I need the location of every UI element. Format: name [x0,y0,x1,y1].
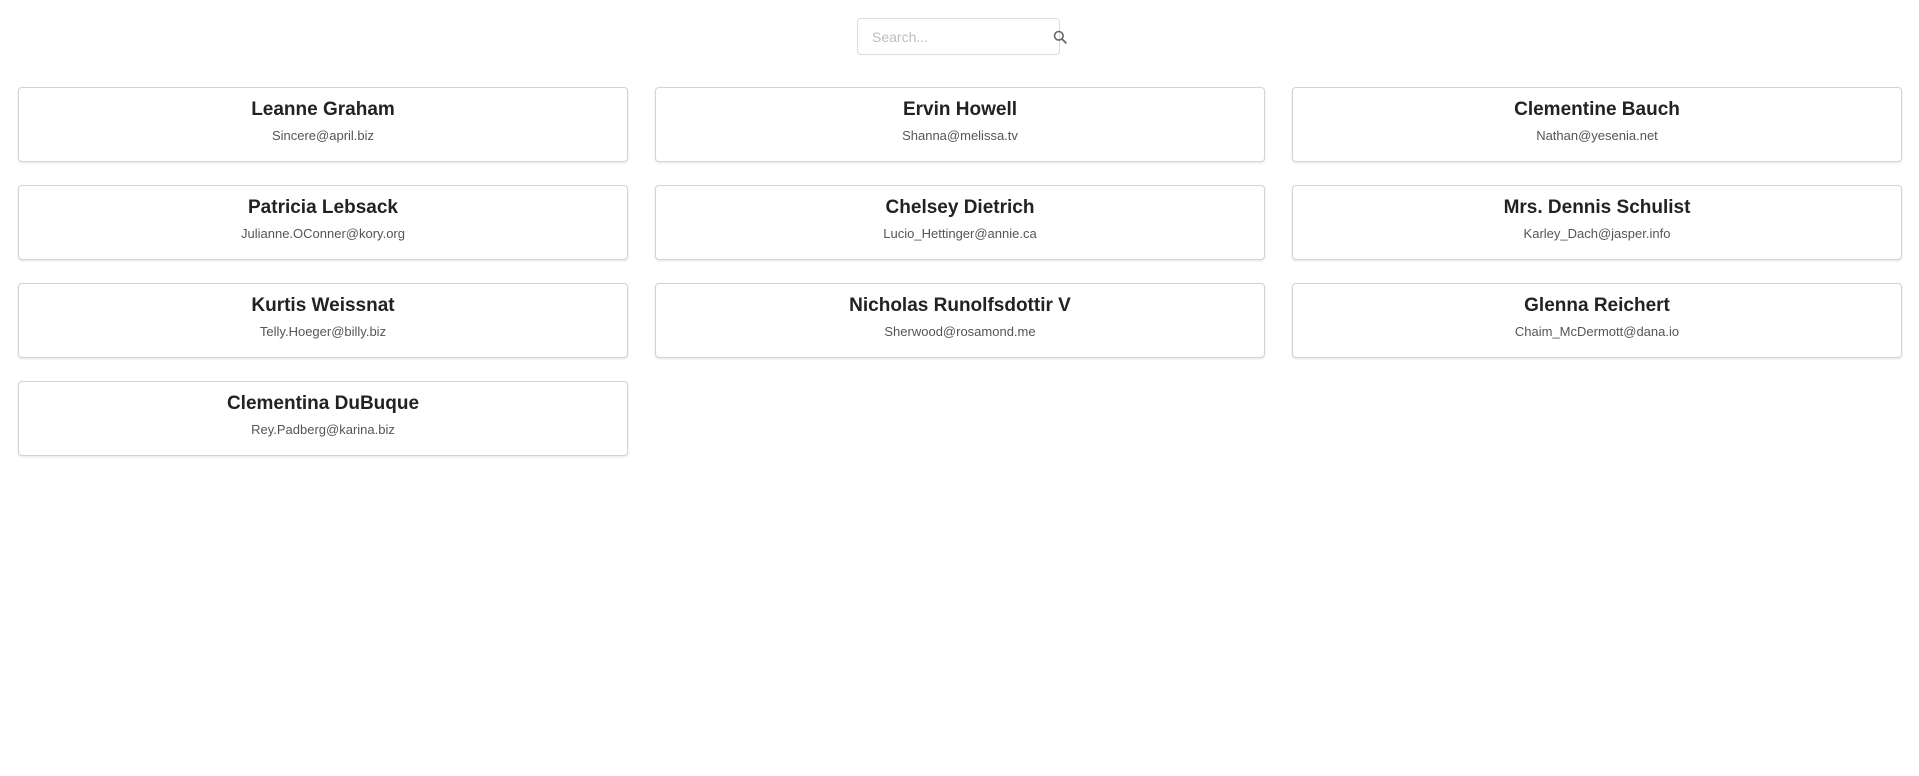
user-name: Patricia Lebsack [248,197,398,218]
user-email: Sherwood@rosamond.me [884,324,1036,339]
search-box[interactable] [857,18,1067,55]
user-email: Lucio_Hettinger@annie.ca [883,226,1037,241]
user-name: Kurtis Weissnat [251,295,395,316]
user-email: Julianne.OConner@kory.org [241,226,405,241]
user-card[interactable]: Nicholas Runolfsdottir V Sherwood@rosamo… [655,283,1265,358]
user-name: Chelsey Dietrich [885,197,1035,218]
search-icon[interactable] [1053,19,1067,54]
user-name: Mrs. Dennis Schulist [1503,197,1691,218]
page: Leanne Graham Sincere@april.biz Ervin Ho… [0,0,1919,776]
user-email: Chaim_McDermott@dana.io [1514,324,1680,339]
user-name: Clementine Bauch [1514,99,1680,120]
user-name: Nicholas Runolfsdottir V [849,295,1071,316]
user-email: Rey.Padberg@karina.biz [251,422,395,437]
user-card[interactable]: Ervin Howell Shanna@melissa.tv [655,87,1265,162]
user-email: Karley_Dach@jasper.info [1523,226,1671,241]
user-card[interactable]: Chelsey Dietrich Lucio_Hettinger@annie.c… [655,185,1265,260]
user-card[interactable]: Glenna Reichert Chaim_McDermott@dana.io [1292,283,1902,358]
user-name: Glenna Reichert [1524,295,1670,316]
user-card[interactable]: Leanne Graham Sincere@april.biz [18,87,628,162]
user-email: Nathan@yesenia.net [1536,128,1658,143]
search-input[interactable] [858,19,1053,54]
user-email: Sincere@april.biz [271,128,375,143]
user-card[interactable]: Clementina DuBuque Rey.Padberg@karina.bi… [18,381,628,456]
user-name: Ervin Howell [902,99,1018,120]
user-card[interactable]: Mrs. Dennis Schulist Karley_Dach@jasper.… [1292,185,1902,260]
user-card[interactable]: Kurtis Weissnat Telly.Hoeger@billy.biz [18,283,628,358]
user-card[interactable]: Patricia Lebsack Julianne.OConner@kory.o… [18,185,628,260]
user-email: Shanna@melissa.tv [902,128,1018,143]
user-name: Leanne Graham [251,99,395,120]
user-name: Clementina DuBuque [226,393,420,414]
user-card-grid: Leanne Graham Sincere@april.biz Ervin Ho… [18,87,1902,456]
user-email: Telly.Hoeger@billy.biz [259,324,387,339]
user-card[interactable]: Clementine Bauch Nathan@yesenia.net [1292,87,1902,162]
